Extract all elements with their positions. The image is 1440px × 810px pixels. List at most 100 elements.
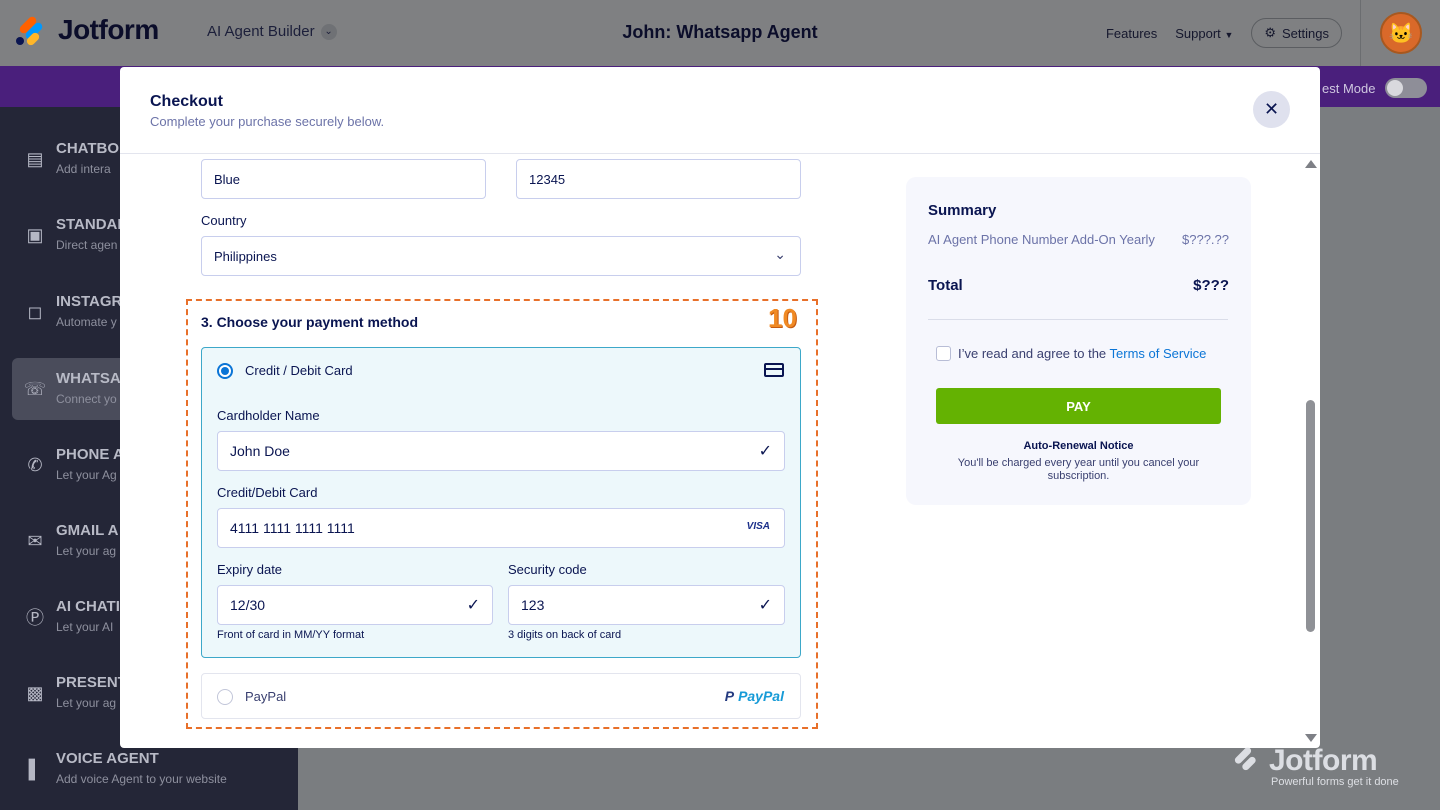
close-button[interactable]: ✕ xyxy=(1253,91,1290,128)
top-bar: Jotform AI Agent Builder ⌄ John: Whatsap… xyxy=(0,0,1440,66)
voice-icon: ▌ xyxy=(28,758,42,779)
sidebar-item-title: INSTAGR xyxy=(56,293,123,310)
order-summary: Summary AI Agent Phone Number Add-On Yea… xyxy=(906,177,1251,505)
scroll-down-arrow-icon[interactable] xyxy=(1305,734,1317,742)
tos-text: I’ve read and agree to the Terms of Serv… xyxy=(958,346,1206,361)
state-field[interactable]: Blue xyxy=(201,159,486,199)
test-mode-toggle[interactable] xyxy=(1385,78,1428,98)
modal-title: Checkout xyxy=(150,93,223,110)
renewal-notice-title: Auto-Renewal Notice xyxy=(1023,440,1134,452)
sidebar-item-title: CHATBO xyxy=(56,140,120,157)
sidebar-item-title: AI CHATI xyxy=(56,598,120,615)
state-value: Blue xyxy=(214,171,241,187)
paypal-label: PayPal xyxy=(245,689,287,704)
cardholder-input[interactable]: John Doe ✓ xyxy=(217,431,785,471)
whatsapp-icon: ☏ xyxy=(23,378,47,399)
zip-field[interactable]: 12345 xyxy=(516,159,801,199)
zip-value: 12345 xyxy=(529,171,566,187)
card-number-input[interactable]: 4111 1111 1111 1111 VISA xyxy=(217,508,785,548)
country-value: Philippines xyxy=(214,248,277,264)
test-mode-label: est Mode xyxy=(1322,80,1376,96)
card-radio[interactable] xyxy=(217,363,233,379)
chevron-down-icon: ▼ xyxy=(1224,29,1234,40)
country-label: Country xyxy=(201,213,247,228)
paypal-radio[interactable] xyxy=(217,689,233,705)
settings-button[interactable]: ⚙ Settings xyxy=(1251,18,1342,48)
test-mode-toggle-area: est Mode xyxy=(1322,78,1428,98)
settings-label: Settings xyxy=(1282,25,1329,41)
paypal-logo-icon: P PayPal xyxy=(724,688,784,704)
cardholder-value: John Doe xyxy=(230,443,290,459)
sidebar-item-title: GMAIL A xyxy=(56,522,119,539)
checkout-modal: Checkout Complete your purchase securely… xyxy=(120,67,1320,748)
phone-icon: ✆ xyxy=(27,454,43,475)
sidebar-item-subtitle: Add intera xyxy=(56,162,111,176)
cvc-label: Security code xyxy=(508,562,587,577)
tos-checkbox[interactable] xyxy=(936,346,951,361)
modal-header: Checkout Complete your purchase securely… xyxy=(120,67,1320,154)
step-badge: 10 xyxy=(768,303,797,333)
sidebar-item-title: PHONE A xyxy=(56,446,124,463)
scrollbar-thumb[interactable] xyxy=(1306,400,1315,632)
sidebar-item-subtitle: Connect yo xyxy=(56,392,117,406)
summary-title: Summary xyxy=(928,202,997,219)
cvc-hint: 3 digits on back of card xyxy=(508,629,622,641)
divider xyxy=(1360,0,1361,66)
sidebar-item-subtitle: Let your ag xyxy=(56,544,117,558)
paypal-logo-text: PayPal xyxy=(738,688,784,704)
support-label: Support xyxy=(1175,25,1221,41)
card-option-label: Credit / Debit Card xyxy=(245,363,353,378)
avatar[interactable]: 🐱 xyxy=(1380,12,1422,54)
visa-icon: VISA xyxy=(746,521,770,532)
jotform-logo-icon xyxy=(1233,745,1263,776)
sidebar-item-title: STANDAI xyxy=(56,216,122,233)
chevron-down-icon: ⌄ xyxy=(774,246,786,262)
sidebar-item-subtitle: Add voice Agent to your website xyxy=(56,772,227,786)
payment-section-title: 3. Choose your payment method xyxy=(201,314,419,330)
renewal-notice-text: You'll be charged every year until you c… xyxy=(957,457,1200,482)
cvc-value: 123 xyxy=(521,597,545,613)
country-select[interactable]: Philippines ⌄ xyxy=(201,236,801,276)
monitor-icon: ▣ xyxy=(26,224,44,245)
card-payment-panel: Credit / Debit Card Cardholder Name John… xyxy=(201,347,801,658)
watermark-name: Jotform xyxy=(1269,744,1378,777)
sidebar-item-subtitle: Let your ag xyxy=(56,696,117,710)
card-number-label: Credit/Debit Card xyxy=(217,485,318,500)
sidebar-item-subtitle: Direct agen xyxy=(56,238,118,252)
paypal-option[interactable]: PayPal P PayPal xyxy=(201,673,801,719)
features-link[interactable]: Features xyxy=(1106,26,1157,41)
close-icon: ✕ xyxy=(1263,99,1280,119)
expiry-label: Expiry date xyxy=(217,562,283,577)
summary-item-price: $???.?? xyxy=(1182,232,1229,247)
sidebar-item-title: VOICE AGENT xyxy=(56,750,159,767)
total-label: Total xyxy=(928,277,963,294)
sidebar-item-subtitle: Automate y xyxy=(56,315,117,329)
watermark-tagline: Powerful forms get it done xyxy=(1271,776,1399,788)
instagram-icon: ◻ xyxy=(27,301,43,322)
wordpress-icon: Ⓟ xyxy=(26,608,44,628)
sidebar-item-subtitle: Let your AI xyxy=(56,620,114,634)
summary-item-name: AI Agent Phone Number Add-On Yearly xyxy=(928,232,1155,247)
expiry-value: 12/30 xyxy=(230,597,266,613)
checkmark-icon: ✓ xyxy=(466,597,480,614)
sidebar-item-title: PRESENT xyxy=(56,674,127,691)
cvc-input[interactable]: 123 ✓ xyxy=(508,585,785,625)
sidebar-item-subtitle: Let your Ag xyxy=(56,468,117,482)
credit-card-icon xyxy=(764,363,784,377)
support-menu[interactable]: Support ▼ xyxy=(1175,26,1233,41)
checkmark-icon: ✓ xyxy=(758,443,772,460)
pay-button[interactable]: PAY xyxy=(936,388,1221,424)
modal-subtitle: Complete your purchase securely below. xyxy=(150,114,385,129)
card-number-value: 4111 1111 1111 1111 xyxy=(230,520,355,536)
checkmark-icon: ✓ xyxy=(758,597,772,614)
sidebar-item-title: WHATSA xyxy=(56,370,121,387)
gear-icon: ⚙ xyxy=(1264,25,1277,40)
expiry-input[interactable]: 12/30 ✓ xyxy=(217,585,493,625)
tos-link[interactable]: Terms of Service xyxy=(1110,346,1207,361)
presentation-icon: ▩ xyxy=(26,682,44,703)
gmail-icon: ✉ xyxy=(27,530,43,551)
cardholder-label: Cardholder Name xyxy=(217,408,320,423)
divider xyxy=(928,319,1228,320)
total-value: $??? xyxy=(1193,277,1229,294)
scroll-up-arrow-icon[interactable] xyxy=(1305,160,1317,168)
